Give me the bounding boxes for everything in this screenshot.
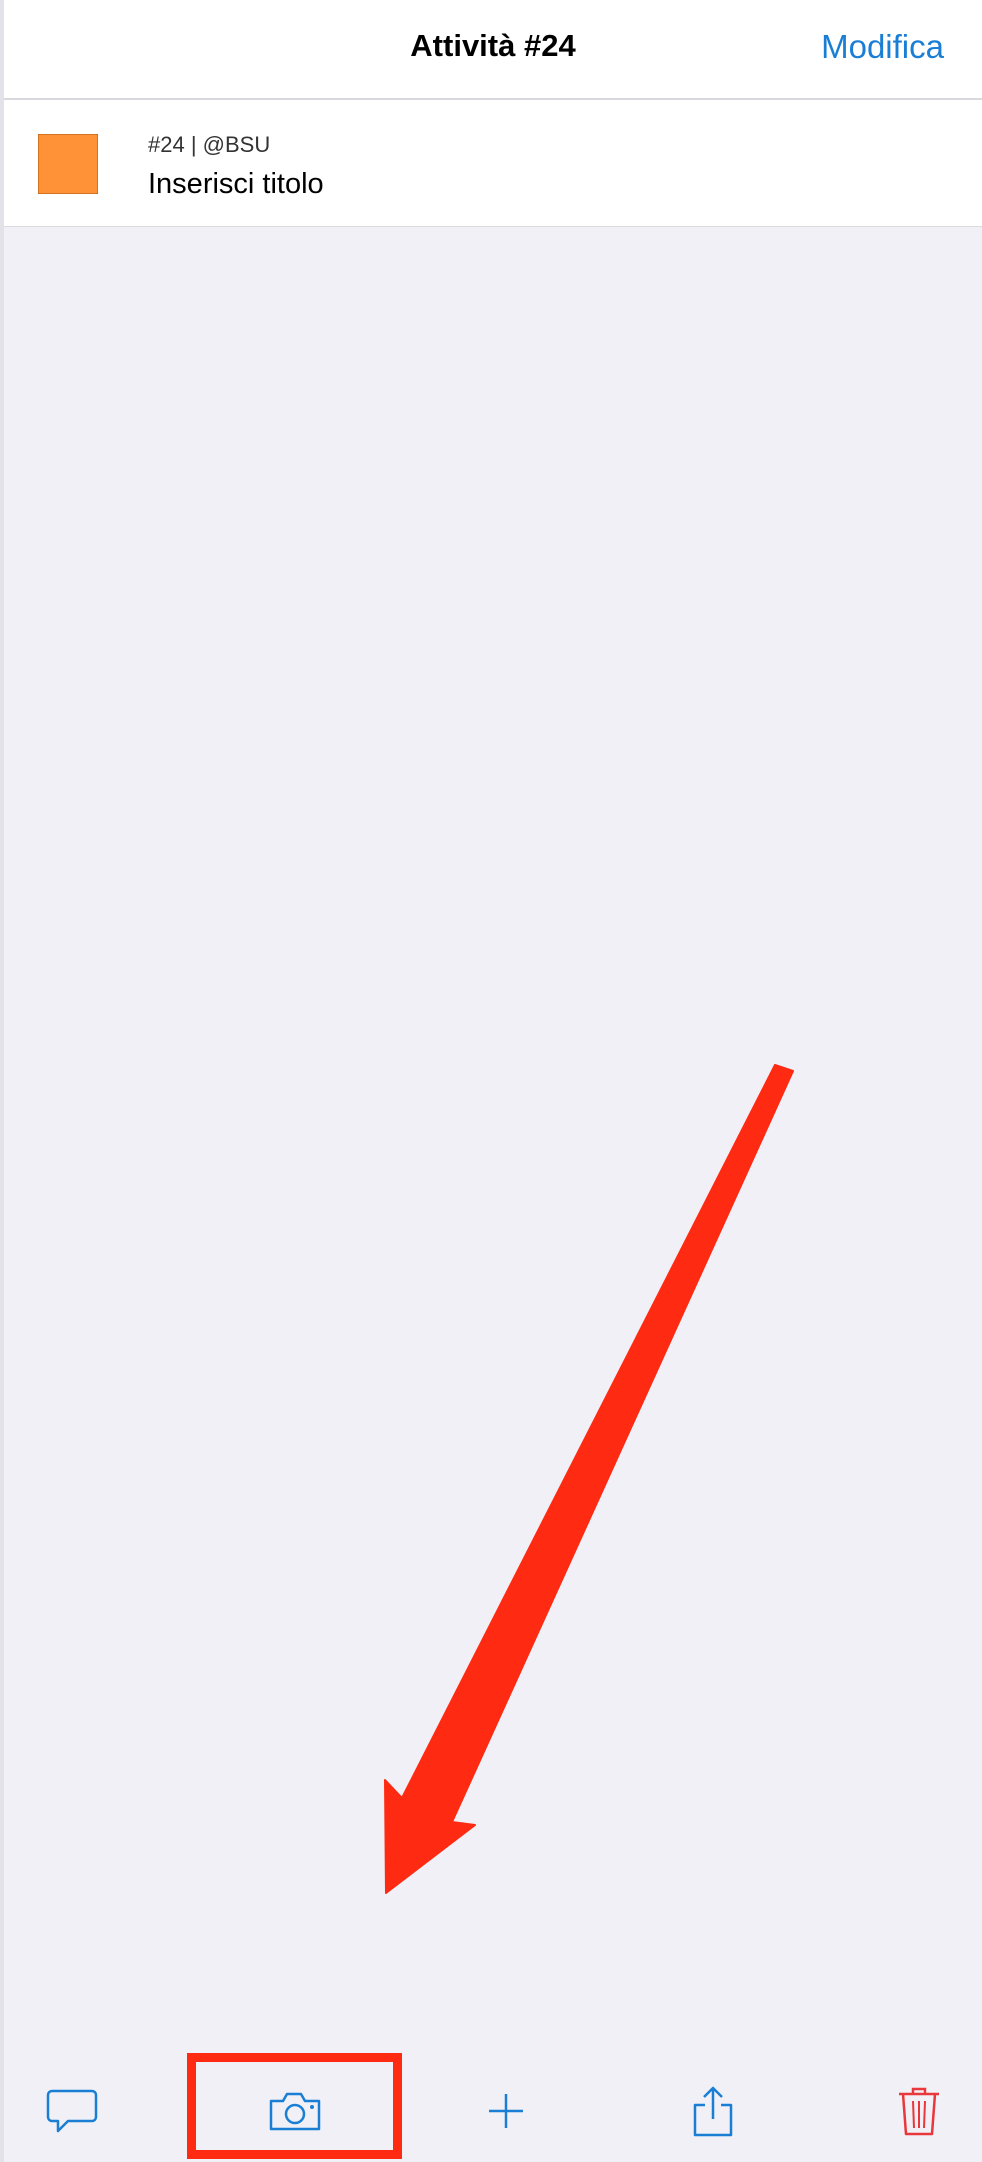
share-button[interactable] — [658, 2060, 768, 2162]
annotation-arrow — [384, 1064, 794, 1894]
comment-icon — [46, 2089, 98, 2133]
task-title: Inserisci titolo — [148, 168, 324, 200]
arrow-shape — [384, 1064, 794, 1894]
camera-button[interactable] — [240, 2060, 350, 2162]
navigation-bar: Attività #24 Modifica — [4, 0, 982, 100]
bottom-toolbar — [4, 2060, 982, 2162]
comment-button[interactable] — [17, 2060, 127, 2162]
trash-icon — [899, 2087, 939, 2136]
plus-icon — [489, 2094, 523, 2128]
task-header-row[interactable]: #24 | @BSU Inserisci titolo — [4, 100, 982, 227]
left-edge — [0, 0, 4, 2162]
task-color-swatch — [38, 134, 98, 194]
camera-icon — [269, 2092, 321, 2131]
share-icon — [693, 2086, 733, 2137]
task-meta: #24 | @BSU — [148, 132, 271, 157]
edit-button[interactable]: Modifica — [821, 28, 944, 66]
add-button[interactable] — [451, 2060, 561, 2162]
delete-button[interactable] — [864, 2060, 974, 2162]
